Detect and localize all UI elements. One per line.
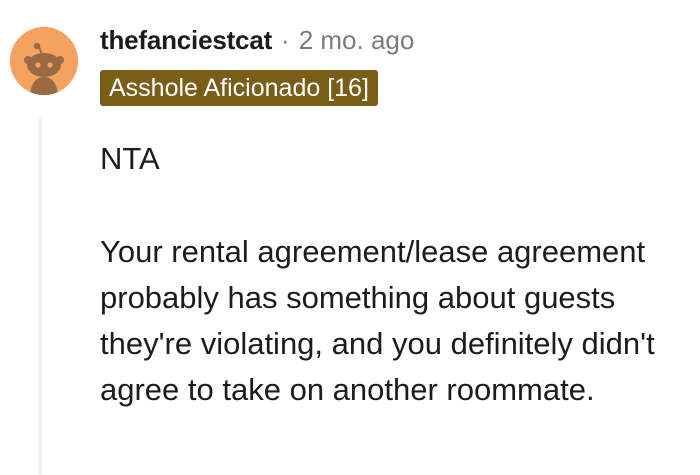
username-link[interactable]: thefanciestcat [100, 25, 272, 56]
thread-collapse-line[interactable] [39, 118, 42, 475]
user-flair-badge: Asshole Aficionado [16] [100, 70, 378, 106]
timestamp-link[interactable]: 2 mo. ago [299, 25, 415, 56]
comment-paragraph: NTA [100, 141, 160, 176]
avatar[interactable] [10, 27, 78, 95]
comment-body: NTA Your rental agreement/lease agreemen… [100, 136, 698, 413]
comment-meta: thefanciestcat · 2 mo. ago [100, 22, 414, 58]
comment-paragraph: Your rental agreement/lease agreement pr… [100, 234, 655, 407]
meta-separator: · [281, 24, 290, 55]
comment: thefanciestcat · 2 mo. ago Asshole Afici… [0, 0, 700, 475]
snoo-avatar-icon [10, 27, 78, 95]
